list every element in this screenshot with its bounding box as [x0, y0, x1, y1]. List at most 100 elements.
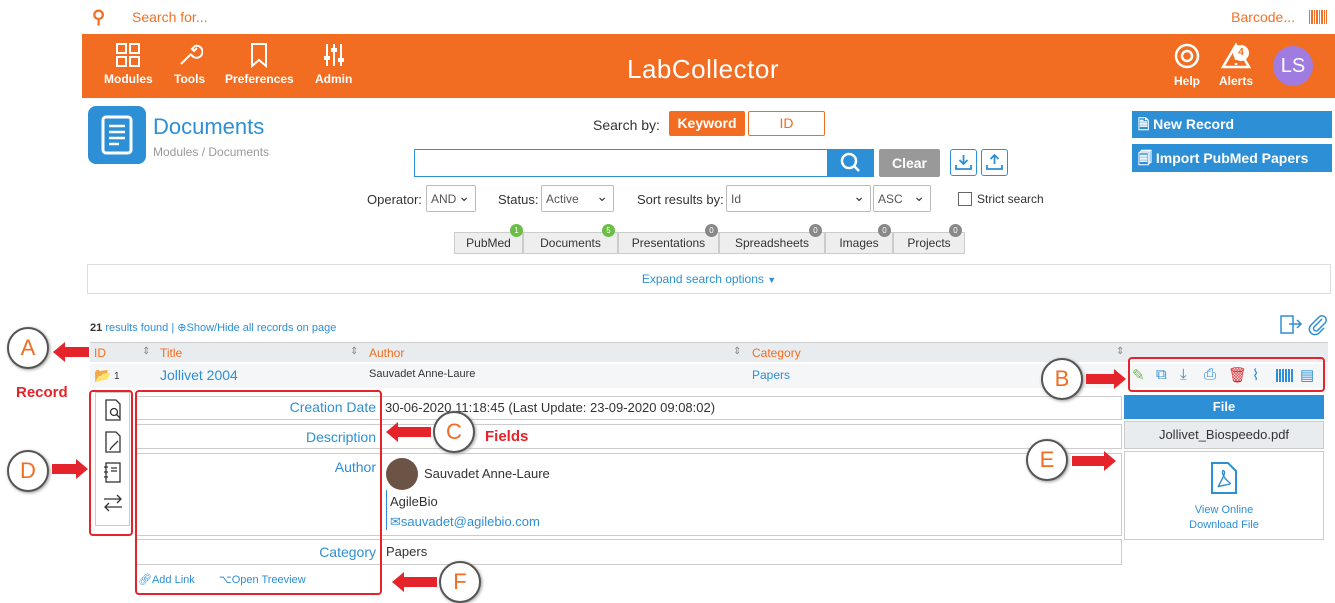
nav-admin[interactable]: Admin [315, 42, 352, 86]
annotation-e: E [1026, 439, 1068, 481]
nav-preferences[interactable]: Preferences [225, 42, 294, 86]
header-category[interactable]: Category [752, 346, 801, 360]
labcollector-logo: LabCollector [627, 54, 779, 84]
annotation-b: B [1041, 358, 1083, 400]
arrow-c [386, 422, 431, 442]
tab-count-badge: 1 [510, 224, 523, 237]
alerts-count-badge: 4 [1233, 45, 1249, 61]
record-title[interactable]: Jollivet 2004 [160, 367, 238, 383]
strict-search-checkbox[interactable] [958, 192, 972, 206]
nav-modules[interactable]: Modules [104, 42, 153, 86]
annotation-box-fields [135, 390, 382, 595]
file-name: Jollivet_Biospeedo.pdf [1124, 421, 1324, 449]
bookmark-icon [251, 43, 268, 68]
global-search-bar[interactable]: ⚲ Search for... Barcode... [82, 0, 1335, 34]
grid-icon [116, 43, 141, 67]
caret-down-icon: ▼ [767, 275, 777, 285]
import-button[interactable] [981, 149, 1008, 176]
author-email-link[interactable]: ✉sauvadet@agilebio.com [390, 514, 540, 530]
tab-presentations[interactable]: Presentations 0 [618, 224, 719, 254]
operator-select[interactable]: AND [426, 185, 476, 212]
id-toggle-button[interactable]: ID [748, 111, 825, 136]
header-id[interactable]: ID [94, 346, 106, 360]
file-preview-panel: View Online Download File [1124, 451, 1324, 540]
creation-date-value: 30-06-2020 11:18:45 (Last Update: 23-09-… [385, 400, 716, 415]
top-navigation: Modules Tools Preferences Admin LabColle… [82, 34, 1335, 98]
documents-module-icon [88, 106, 146, 164]
download-file-link[interactable]: Download File [1125, 519, 1323, 531]
arrow-e [1072, 451, 1116, 471]
author-avatar [386, 458, 418, 490]
pdf-file-icon [1211, 462, 1237, 494]
annotation-box-d [89, 390, 133, 536]
breadcrumb[interactable]: Modules / Documents [153, 145, 269, 159]
sort-icon[interactable]: ⇕ [733, 346, 741, 357]
tab-images[interactable]: Images 0 [825, 224, 893, 254]
folder-open-icon[interactable]: 📂 [94, 367, 111, 384]
paperclip-icon[interactable] [1307, 314, 1329, 339]
nav-help[interactable]: Help [1173, 42, 1201, 88]
tab-count-badge: 0 [878, 224, 891, 237]
nav-tools[interactable]: Tools [174, 42, 205, 86]
search-icon[interactable]: ⚲ [92, 7, 105, 28]
expand-search-options[interactable]: Expand search options ▼ [87, 264, 1331, 294]
module-search-input[interactable] [414, 149, 828, 177]
zoom-icon: ⊕ [177, 322, 187, 334]
author-name: Sauvadet Anne-Laure [424, 466, 550, 481]
new-record-button[interactable]: 🗎 New Record [1132, 111, 1332, 138]
show-hide-records-link[interactable]: Show/Hide all records on page [187, 322, 337, 334]
sort-icon[interactable]: ⇕ [350, 346, 358, 357]
keyword-toggle-button[interactable]: Keyword [669, 111, 745, 136]
tab-pubmed[interactable]: PubMed 1 [454, 224, 523, 254]
page-title: Documents [153, 114, 265, 139]
import-pubmed-button[interactable]: 🗐 Import PubMed Papers [1132, 144, 1332, 172]
barcode-search-label[interactable]: Barcode... [1231, 9, 1295, 25]
operator-label: Operator: [367, 192, 422, 207]
results-count: 21 [90, 322, 103, 334]
arrow-b [1086, 369, 1126, 389]
results-summary: 21 results found | ⊕Show/Hide all record… [90, 322, 337, 334]
status-select[interactable]: Active [541, 185, 614, 212]
tab-spreadsheets[interactable]: Spreadsheets 0 [719, 224, 825, 254]
category-value: Papers [386, 544, 428, 559]
author-organization: AgileBio [390, 494, 438, 509]
tab-documents[interactable]: Documents 5 [523, 224, 618, 254]
tab-count-badge: 5 [602, 224, 615, 237]
sort-order-select[interactable]: ASC [873, 185, 931, 212]
annotation-c: C [433, 411, 475, 453]
record-category[interactable]: Papers [752, 368, 790, 382]
tab-projects[interactable]: Projects 0 [893, 224, 965, 254]
search-submit-button[interactable] [828, 149, 874, 177]
strict-search-label: Strict search [977, 192, 1044, 206]
barcode-icon[interactable] [1309, 10, 1327, 24]
upload-tray-icon [986, 153, 1003, 170]
record-id: 1 [114, 371, 120, 382]
sort-field-select[interactable]: Id [726, 185, 871, 212]
new-file-icon: 🗎 [1138, 116, 1150, 132]
fields-annotation-label: Fields [485, 428, 529, 445]
magnifier-icon [840, 152, 860, 172]
pubmed-import-icon: 🗐 [1138, 150, 1152, 166]
search-by-label: Search by: [593, 117, 660, 133]
sort-icon[interactable]: ⇕ [142, 346, 150, 357]
clear-button[interactable]: Clear [879, 149, 940, 177]
envelope-icon: ✉ [390, 514, 401, 529]
global-search-placeholder[interactable]: Search for... [132, 9, 207, 25]
view-online-link[interactable]: View Online [1125, 504, 1323, 516]
sliders-icon [323, 44, 344, 66]
user-avatar[interactable]: LS [1273, 46, 1313, 86]
sort-icon[interactable]: ⇕ [1116, 346, 1124, 357]
sort-label: Sort results by: [637, 192, 724, 207]
record-annotation-label: Record [16, 384, 68, 401]
annotation-a: A [7, 327, 49, 369]
header-title[interactable]: Title [160, 346, 182, 360]
export-button[interactable] [950, 149, 977, 176]
download-tray-icon [955, 155, 972, 170]
tab-count-badge: 0 [809, 224, 822, 237]
tab-count-badge: 0 [949, 224, 962, 237]
tab-count-badge: 0 [705, 224, 718, 237]
arrow-d [52, 459, 88, 479]
header-author[interactable]: Author [369, 346, 404, 360]
export-list-icon[interactable] [1279, 314, 1303, 339]
annotation-d: D [7, 450, 49, 492]
